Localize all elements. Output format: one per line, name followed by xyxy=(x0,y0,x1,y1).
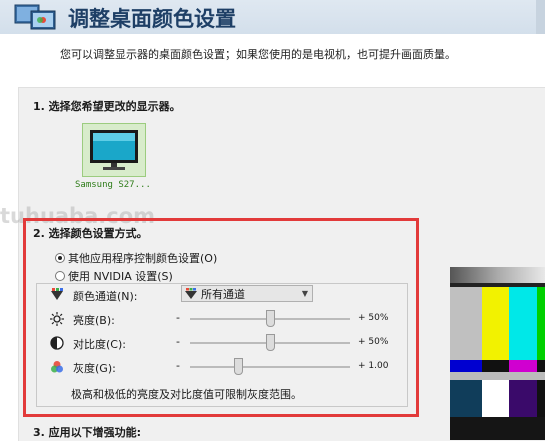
section3-heading: 3. 应用以下增强功能: xyxy=(33,426,142,439)
contrast-minus: - xyxy=(176,335,180,348)
test-pattern-image xyxy=(450,267,545,440)
radio-other-apps[interactable]: 其他应用程序控制颜色设置(O) xyxy=(55,250,217,266)
scrollbar-strip[interactable] xyxy=(536,0,545,34)
color-channel-icon xyxy=(51,288,63,300)
color-circles-icon xyxy=(51,361,63,373)
brightness-label: 亮度(B): xyxy=(73,314,115,327)
chevron-down-icon[interactable]: ▼ xyxy=(302,289,308,298)
monitor-icon xyxy=(90,130,138,170)
range-note: 极高和极低的亮度及对比度值可限制灰度范围。 xyxy=(71,388,302,401)
contrast-slider-thumb[interactable] xyxy=(266,334,275,351)
contrast-label: 对比度(C): xyxy=(73,338,126,351)
brightness-value: + 50% xyxy=(358,313,389,323)
gamma-slider-thumb[interactable] xyxy=(234,358,243,375)
channel-label: 颜色通道(N): xyxy=(73,290,138,303)
page-description: 您可以调整显示器的桌面颜色设置；如果您使用的是电视机，也可提升画面质量。 xyxy=(60,48,456,61)
radio-button[interactable] xyxy=(55,271,65,281)
page-title: 调整桌面颜色设置 xyxy=(68,7,236,31)
channel-select-value: 所有通道 xyxy=(201,287,245,301)
gamma-label: 灰度(G): xyxy=(73,362,116,375)
contrast-icon xyxy=(50,336,64,350)
brightness-minus: - xyxy=(176,311,180,324)
brightness-slider-thumb[interactable] xyxy=(266,310,275,327)
sun-icon xyxy=(50,312,64,326)
brightness-slider[interactable] xyxy=(190,310,350,327)
radio-nvidia-label: 使用 NVIDIA 设置(S) xyxy=(68,270,173,283)
gamma-value: + 1.00 xyxy=(358,361,389,371)
gamma-minus: - xyxy=(176,359,180,372)
radio-button-selected[interactable] xyxy=(55,253,65,263)
color-channel-icon xyxy=(185,288,197,299)
section2-heading: 2. 选择颜色设置方式。 xyxy=(33,227,148,240)
section1-heading: 1. 选择您希望更改的显示器。 xyxy=(33,100,181,113)
radio-other-apps-label: 其他应用程序控制颜色设置(O) xyxy=(68,252,218,265)
monitor-name: Samsung S27... xyxy=(75,180,151,190)
radio-nvidia[interactable]: 使用 NVIDIA 设置(S) xyxy=(55,268,173,284)
contrast-slider[interactable] xyxy=(190,334,350,351)
header-bar: 调整桌面颜色设置 xyxy=(0,0,545,34)
gamma-slider[interactable] xyxy=(190,358,350,375)
contrast-value: + 50% xyxy=(358,337,389,347)
display-settings-icon xyxy=(14,4,56,30)
channel-select[interactable]: 所有通道 ▼ xyxy=(181,285,313,302)
monitor-tile[interactable] xyxy=(82,123,146,177)
